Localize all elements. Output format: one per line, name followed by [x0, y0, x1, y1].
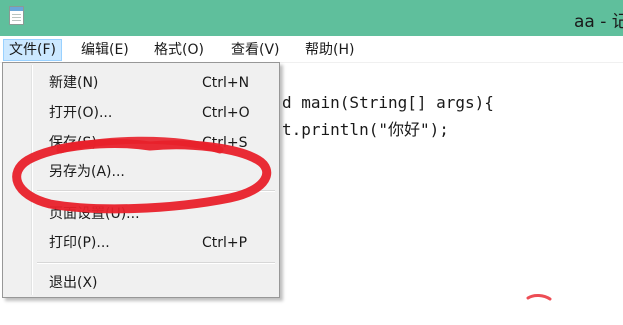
- menu-item-label: 打开(O)...: [49, 105, 113, 121]
- menu-file[interactable]: 文件(F): [3, 39, 62, 61]
- menu-item-open[interactable]: 打开(O)... Ctrl+O: [5, 101, 277, 126]
- title-bar: aa - 记: [0, 0, 623, 36]
- menu-view[interactable]: 查看(V): [225, 39, 286, 61]
- menu-bar: 文件(F) 编辑(E) 格式(O) 查看(V) 帮助(H): [0, 36, 623, 63]
- menu-item-new[interactable]: 新建(N) Ctrl+N: [5, 71, 277, 96]
- menu-item-label: 保存(S): [49, 135, 97, 151]
- menu-item-label: 另存为(A)...: [49, 164, 125, 180]
- menu-item-print[interactable]: 打印(P)... Ctrl+P: [5, 231, 277, 256]
- menu-item-exit[interactable]: 退出(X): [5, 271, 277, 296]
- menu-separator: [37, 262, 275, 264]
- menu-format[interactable]: 格式(O): [148, 39, 210, 61]
- window-title: aa - 记: [574, 12, 623, 32]
- file-menu-dropdown: 新建(N) Ctrl+N 打开(O)... Ctrl+O 保存(S) Ctrl+…: [2, 62, 280, 298]
- menu-item-label: 新建(N): [49, 75, 99, 91]
- menu-item-shortcut: Ctrl+P: [202, 235, 248, 251]
- menu-separator: [37, 190, 275, 192]
- code-line: t.println("你好");: [282, 120, 449, 139]
- code-line: d main(String[] args){: [282, 93, 494, 112]
- menu-help[interactable]: 帮助(H): [299, 39, 360, 61]
- menu-item-label: 打印(P)...: [49, 235, 110, 251]
- menu-item-save-as[interactable]: 另存为(A)...: [5, 160, 277, 185]
- menu-item-shortcut: Ctrl+S: [202, 135, 248, 151]
- menu-item-page-setup[interactable]: 页面设置(U)...: [5, 202, 277, 227]
- menu-item-label: 退出(X): [49, 275, 98, 291]
- menu-item-save[interactable]: 保存(S) Ctrl+S: [5, 131, 277, 156]
- menu-item-shortcut: Ctrl+N: [202, 75, 250, 91]
- menu-edit[interactable]: 编辑(E): [75, 39, 135, 61]
- notepad-icon[interactable]: [9, 6, 24, 25]
- menu-item-shortcut: Ctrl+O: [202, 105, 250, 121]
- menu-item-label: 页面设置(U)...: [49, 206, 140, 222]
